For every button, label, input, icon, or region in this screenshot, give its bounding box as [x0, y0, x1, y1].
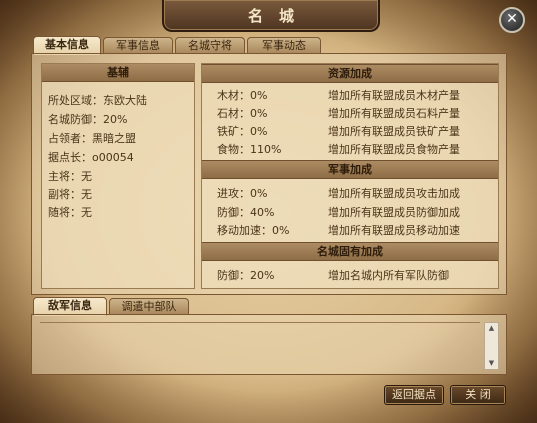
bonus-desc: 增加所有联盟成员石料产量	[328, 107, 460, 120]
window-title: 名城	[247, 7, 310, 25]
bonus-desc: 增加所有联盟成员木材产量	[328, 89, 460, 102]
tab-city-guards[interactable]: 名城守将	[175, 37, 245, 54]
enemy-info-panel: ▲ ▼	[31, 314, 507, 375]
bonus-desc: 增加所有联盟成员移动加速	[328, 224, 460, 237]
bonus-row: 防御：20% 增加名城内所有军队防御	[217, 267, 497, 283]
bonus-key: 木材：0%	[217, 89, 268, 102]
bonus-box: 资源加成 木材：0% 增加所有联盟成员木材产量 石材：0% 增加所有联盟成员石料产量…	[201, 63, 499, 289]
bonus-row: 移动加速：0% 增加所有联盟成员移动加速	[217, 222, 497, 238]
bonus-row: 进攻：0% 增加所有联盟成员攻击加成	[217, 185, 497, 201]
scroll-up-icon[interactable]: ▲	[485, 323, 498, 334]
title-plate: 名城	[162, 0, 380, 32]
bonus-desc: 增加所有联盟成员食物产量	[328, 143, 460, 156]
bonus-key: 石材：0%	[217, 107, 268, 120]
tab-dispatching-troops[interactable]: 调遣中部队	[109, 298, 189, 315]
occupier-label: 占领者：黑暗之盟	[48, 132, 136, 145]
base-info-box: 基辅 所处区域：东欧大陆 名城防御：20% 占领者：黑暗之盟 据点长：o0005…	[41, 63, 195, 289]
inherent-bonus-header: 名城固有加成	[202, 242, 498, 261]
bonus-key: 防御：40%	[217, 206, 275, 219]
close-icon[interactable]: ✕	[499, 7, 525, 33]
bonus-row: 木材：0% 增加所有联盟成员木材产量	[217, 87, 497, 103]
bonus-desc: 增加所有联盟成员攻击加成	[328, 187, 460, 200]
return-base-button[interactable]: 返回据点	[384, 385, 444, 405]
resource-bonus-header: 资源加成	[202, 64, 498, 83]
main-panel: 基辅 所处区域：东欧大陆 名城防御：20% 占领者：黑暗之盟 据点长：o0005…	[31, 53, 507, 295]
enemy-info-list	[40, 322, 480, 369]
leader-label: 据点长：o00054	[48, 151, 134, 164]
scrollbar[interactable]: ▲ ▼	[484, 322, 499, 370]
bonus-key: 食物：110%	[217, 143, 282, 156]
main-general-label: 主将：无	[48, 170, 92, 183]
military-bonus-header: 军事加成	[202, 160, 498, 179]
attendant-general-label: 随将：无	[48, 206, 92, 219]
bonus-row: 铁矿：0% 增加所有联盟成员铁矿产量	[217, 123, 497, 139]
bonus-key: 防御：20%	[217, 269, 275, 282]
close-button[interactable]: 关 闭	[450, 385, 506, 405]
scroll-down-icon[interactable]: ▼	[485, 358, 498, 369]
bonus-row: 防御：40% 增加所有联盟成员防御加成	[217, 204, 497, 220]
tab-military-info[interactable]: 军事信息	[103, 37, 173, 54]
city-defense-label: 名城防御：20%	[48, 113, 128, 126]
region-label: 所处区域：东欧大陆	[48, 94, 147, 107]
bonus-desc: 增加名城内所有军队防御	[328, 269, 449, 282]
bonus-row: 食物：110% 增加所有联盟成员食物产量	[217, 141, 497, 157]
bonus-key: 进攻：0%	[217, 187, 268, 200]
bonus-row: 石材：0% 增加所有联盟成员石料产量	[217, 105, 497, 121]
bonus-desc: 增加所有联盟成员防御加成	[328, 206, 460, 219]
base-name-header: 基辅	[42, 64, 194, 82]
tab-military-news[interactable]: 军事动态	[247, 37, 321, 54]
bonus-key: 铁矿：0%	[217, 125, 268, 138]
bonus-desc: 增加所有联盟成员铁矿产量	[328, 125, 460, 138]
bonus-key: 移动加速：0%	[217, 224, 290, 237]
vice-general-label: 副将：无	[48, 188, 92, 201]
city-window: 名城 ✕ 基本信息 军事信息 名城守将 军事动态 基辅 所处区域：东欧大陆 名城…	[0, 0, 537, 423]
